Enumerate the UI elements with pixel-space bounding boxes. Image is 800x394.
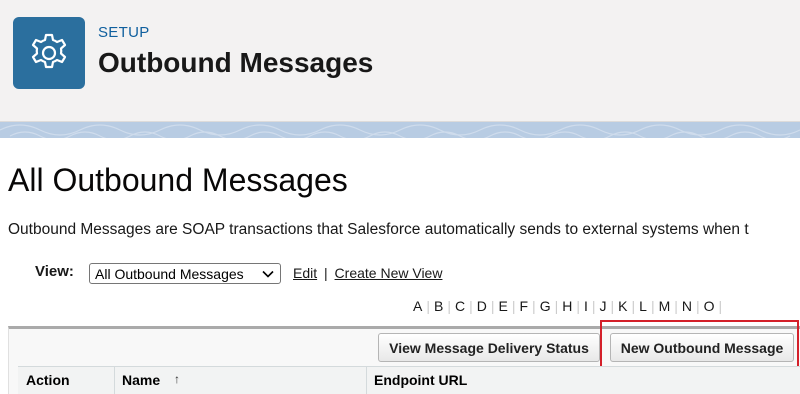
chevron-down-icon: [261, 267, 275, 284]
alpha-filter-b[interactable]: B: [434, 298, 443, 314]
view-label: View:: [35, 263, 74, 280]
alphabet-filter: A | B | C | D | E | F | G | H | I | J | K | L | M | N…: [413, 298, 723, 314]
sort-ascending-icon[interactable]: ↑: [174, 372, 180, 386]
alpha-filter-f[interactable]: F: [519, 298, 528, 314]
alpha-filter-k[interactable]: K: [618, 298, 627, 314]
page-description: Outbound Messages are SOAP transactions …: [8, 221, 749, 238]
create-new-view-link[interactable]: Create New View: [335, 265, 443, 281]
header-title: Outbound Messages: [98, 47, 374, 78]
view-links: Edit | Create New View: [293, 265, 442, 281]
breadcrumb-setup: SETUP: [98, 24, 150, 41]
page-header: SETUP Outbound Messages: [0, 0, 800, 122]
alpha-filter-o[interactable]: O: [704, 298, 715, 314]
column-divider: [366, 366, 367, 394]
column-header-endpoint-url[interactable]: Endpoint URL: [374, 372, 467, 388]
alpha-filter-d[interactable]: D: [477, 298, 487, 314]
alpha-filter-a[interactable]: A: [413, 298, 422, 314]
column-divider: [114, 366, 115, 394]
view-delivery-status-button[interactable]: View Message Delivery Status: [378, 333, 600, 362]
edit-view-link[interactable]: Edit: [293, 265, 317, 281]
alpha-filter-j[interactable]: J: [600, 298, 607, 314]
alpha-filter-n[interactable]: N: [682, 298, 692, 314]
page-title: All Outbound Messages: [8, 162, 348, 198]
alpha-filter-g[interactable]: G: [540, 298, 551, 314]
link-separator: |: [324, 265, 328, 281]
view-select-value: All Outbound Messages: [95, 265, 244, 282]
alpha-filter-e[interactable]: E: [499, 298, 508, 314]
alpha-filter-l[interactable]: L: [639, 298, 647, 314]
column-header-name[interactable]: Name: [122, 372, 160, 388]
view-select[interactable]: All Outbound Messages: [89, 263, 281, 284]
highlight-box: [600, 320, 799, 372]
gear-icon: [13, 17, 85, 89]
alpha-filter-i[interactable]: I: [584, 298, 588, 314]
alpha-filter-h[interactable]: H: [562, 298, 572, 314]
decorative-band: [0, 122, 800, 138]
alpha-filter-c[interactable]: C: [455, 298, 465, 314]
alpha-filter-m[interactable]: M: [659, 298, 671, 314]
column-header-action: Action: [26, 372, 70, 388]
